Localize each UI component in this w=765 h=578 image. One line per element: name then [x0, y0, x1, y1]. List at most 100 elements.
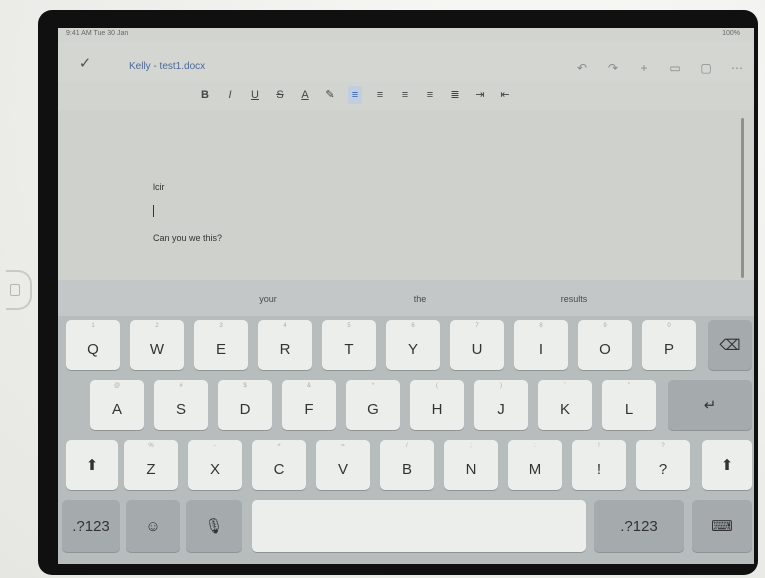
text-color-button[interactable]: A: [298, 86, 312, 104]
key-i-label: I: [538, 340, 544, 358]
bold-button[interactable]: B: [198, 86, 212, 104]
comment-icon[interactable]: ▭: [668, 61, 682, 75]
key-v[interactable]: = V: [316, 440, 370, 490]
key-r[interactable]: 4R: [258, 320, 312, 370]
key-b[interactable]: / B: [380, 440, 434, 490]
delete-key[interactable]: ⌫: [708, 320, 752, 370]
key-c-label: C: [273, 460, 285, 478]
key-z-hint: %: [148, 443, 154, 449]
key-t-label: T: [344, 340, 354, 358]
key-h[interactable]: (H: [410, 380, 464, 430]
key-u[interactable]: 7U: [450, 320, 504, 370]
undo-icon[interactable]: ↶: [575, 61, 589, 75]
italic-button[interactable]: I: [223, 86, 237, 104]
key-t-hint: 5: [347, 323, 351, 329]
key-exclamation[interactable]: !!: [572, 440, 626, 490]
microphone-key[interactable]: 🎙: [186, 500, 242, 552]
shift-right-key[interactable]: ⬆: [702, 440, 752, 490]
key-x[interactable]: -X: [188, 440, 242, 490]
key-question-label: ?: [658, 460, 668, 478]
key-k-hint: ': [564, 383, 566, 389]
ipad-screen: 9:41 AM Tue 30 Jan 100% ✓ Kelly - test1.…: [58, 28, 754, 564]
align-left-button[interactable]: ≡: [348, 86, 362, 104]
highlight-icon[interactable]: ✎: [323, 86, 337, 104]
key-o[interactable]: 9O: [578, 320, 632, 370]
key-n[interactable]: ; N: [444, 440, 498, 490]
key-t[interactable]: 5T: [322, 320, 376, 370]
more-icon[interactable]: ⋯: [730, 61, 744, 75]
layout-icon[interactable]: ▢: [699, 61, 713, 75]
key-l[interactable]: " L: [602, 380, 656, 430]
redo-icon[interactable]: ↷: [606, 61, 620, 75]
indent-increase-button[interactable]: ⇥: [473, 86, 487, 104]
key-m-hint: :: [534, 443, 536, 449]
emoji-key[interactable]: ☺: [126, 500, 180, 552]
shift-left-key-label: ⬆: [85, 457, 99, 474]
key-c[interactable]: + C: [252, 440, 306, 490]
key-g[interactable]: * G: [346, 380, 400, 430]
key-s[interactable]: # S: [154, 380, 208, 430]
key-l-label: L: [624, 400, 634, 418]
return-key[interactable]: ↵: [668, 380, 752, 430]
key-f-hint: &: [306, 383, 311, 389]
key-o-hint: 9: [603, 323, 607, 329]
suggestion-1[interactable]: your: [259, 294, 277, 304]
key-b-hint: /: [406, 443, 408, 449]
home-square-icon: [10, 284, 20, 296]
list-button[interactable]: ≣: [448, 86, 462, 104]
key-d-label: D: [239, 400, 251, 418]
key-j[interactable]: ) J: [474, 380, 528, 430]
add-icon[interactable]: +: [637, 61, 651, 75]
key-z[interactable]: % Z: [124, 440, 178, 490]
checkmark-icon[interactable]: ✓: [74, 54, 96, 74]
key-p[interactable]: 0P: [642, 320, 696, 370]
key-k[interactable]: ' K: [538, 380, 592, 430]
key-y-label: Y: [407, 340, 418, 358]
strikethrough-button[interactable]: S: [273, 86, 287, 104]
key-m[interactable]: :M: [508, 440, 562, 490]
key-s-hint: #: [179, 383, 183, 389]
key-f[interactable]: & F: [282, 380, 336, 430]
key-q-label: Q: [87, 340, 99, 358]
key-a[interactable]: @ A: [90, 380, 144, 430]
key-exclamation-hint: !: [598, 443, 600, 449]
key-p-hint: 0: [667, 323, 671, 329]
hide-keyboard-key[interactable]: ⌨: [692, 500, 752, 552]
space-bar[interactable]: [252, 500, 586, 552]
key-j-label: J: [497, 400, 505, 418]
align-right-button[interactable]: ≡: [398, 86, 412, 104]
document-title[interactable]: Kelly - test1.docx: [129, 61, 205, 72]
key-j-hint: ): [500, 383, 502, 389]
key-d[interactable]: $ D: [218, 380, 272, 430]
key-u-hint: 7: [475, 323, 479, 329]
key-k-label: K: [559, 400, 570, 418]
numbers-key-right[interactable]: .?123: [594, 500, 684, 552]
align-center-button[interactable]: ≡: [373, 86, 387, 104]
key-g-hint: *: [371, 383, 375, 389]
suggestion-3[interactable]: results: [561, 294, 588, 304]
key-o-label: O: [599, 340, 611, 358]
key-e[interactable]: 3E: [194, 320, 248, 370]
delete-key-label: ⌫: [719, 337, 741, 354]
key-q-hint: 1: [91, 323, 95, 329]
key-q[interactable]: 1Q: [66, 320, 120, 370]
key-p-label: P: [663, 340, 674, 358]
document-area[interactable]: [58, 110, 754, 280]
key-w[interactable]: 2W: [130, 320, 184, 370]
key-question[interactable]: ??: [636, 440, 690, 490]
document-line-3: Can you we this?: [153, 233, 223, 243]
key-y[interactable]: 6Y: [386, 320, 440, 370]
scrollbar[interactable]: [741, 118, 744, 278]
key-m-label: M: [528, 460, 542, 478]
justify-button[interactable]: ≡: [423, 86, 437, 104]
key-s-label: S: [175, 400, 186, 418]
shift-left-key[interactable]: ⬆: [66, 440, 118, 490]
suggestion-2[interactable]: the: [414, 294, 427, 304]
emoji-key-label: ☺: [145, 517, 161, 535]
key-i[interactable]: 8I: [514, 320, 568, 370]
key-i-hint: 8: [539, 323, 543, 329]
indent-decrease-button[interactable]: ⇤: [498, 86, 512, 104]
numbers-key-left[interactable]: .?123: [62, 500, 120, 552]
underline-button[interactable]: U: [248, 86, 262, 104]
status-battery: 100%: [722, 30, 740, 37]
